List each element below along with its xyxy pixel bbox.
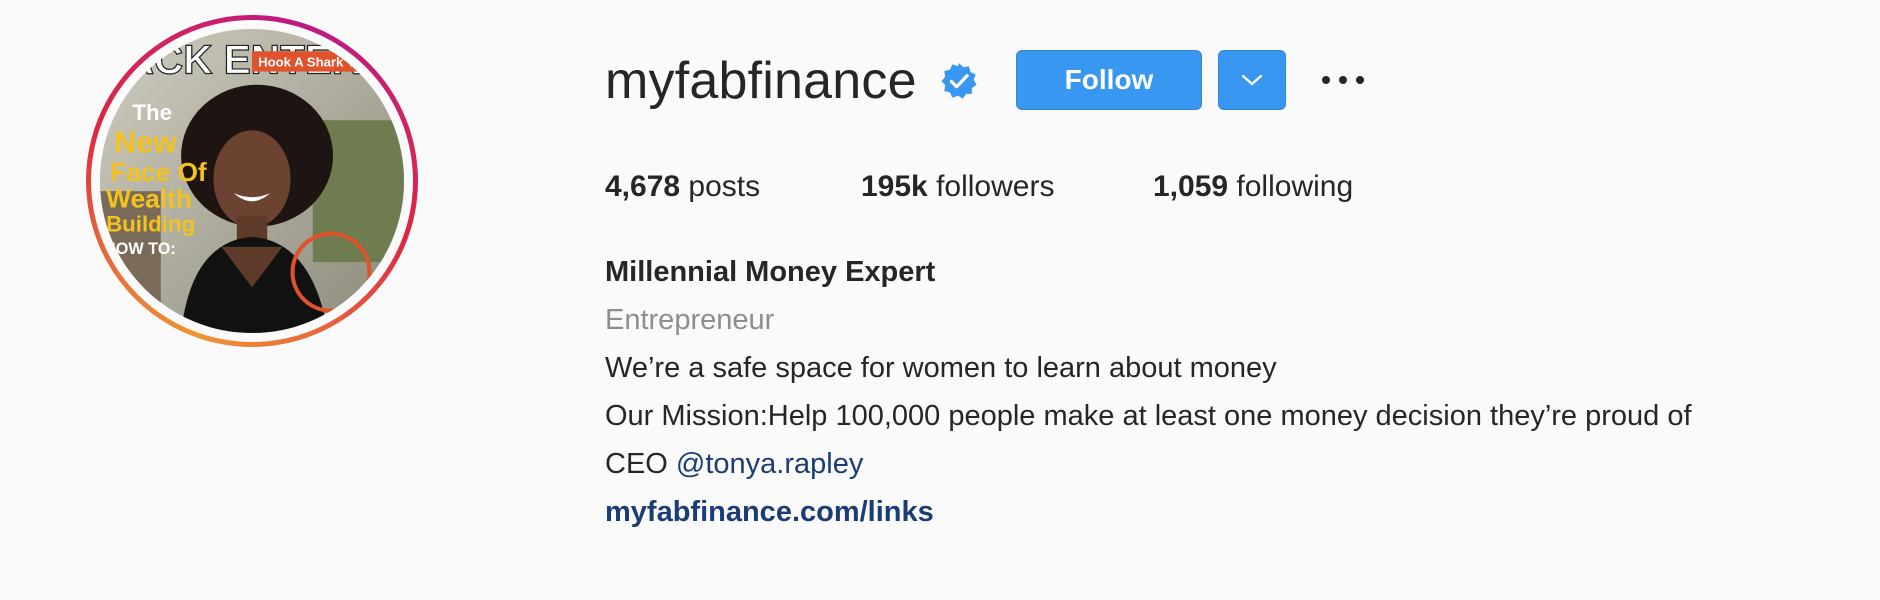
bio-line-2: Our Mission:Help 100,000 people make at … <box>605 400 1692 432</box>
bio-line-3: CEO @tonya.rapley <box>605 440 1692 488</box>
ellipsis-icon <box>1322 76 1364 84</box>
avatar[interactable]: LACK ENTERPRIS Hook A Shark T The New Fa… <box>100 29 404 333</box>
suggested-accounts-button[interactable] <box>1218 50 1286 110</box>
cover-headline-4: Wealth <box>106 183 192 213</box>
following-label: following <box>1228 170 1354 203</box>
avatar-gap: LACK ENTERPRIS Hook A Shark T The New Fa… <box>91 20 413 342</box>
category-label: Entrepreneur <box>605 304 775 336</box>
follow-button[interactable]: Follow <box>1016 50 1202 110</box>
full-name: Millennial Money Expert <box>605 256 936 288</box>
profile-avatar-ring[interactable]: LACK ENTERPRIS Hook A Shark T The New Fa… <box>86 15 418 347</box>
followers-label: followers <box>927 170 1055 203</box>
cover-howto: HOW TO: <box>104 240 176 258</box>
posts-count: 4,678 <box>605 170 681 203</box>
verified-badge-icon <box>941 62 977 99</box>
bio-ceo-prefix: CEO <box>605 448 676 480</box>
avatar-image: LACK ENTERPRIS Hook A Shark T The New Fa… <box>100 29 404 333</box>
following-count: 1,059 <box>1153 170 1229 203</box>
cover-headline-1: The <box>132 100 172 125</box>
profile-bio: Millennial Money Expert Entrepreneur We’… <box>605 248 1692 536</box>
bio-line-1: We’re a safe space for women to learn ab… <box>605 352 1277 384</box>
posts-stat[interactable]: 4,678 posts <box>605 168 760 206</box>
cover-headline-2: New <box>114 126 177 160</box>
cover-headline-5: Building <box>106 212 195 237</box>
following-stat[interactable]: 1,059 following <box>1153 168 1353 206</box>
cover-badge: Hook A Shark T <box>258 54 355 69</box>
website-link[interactable]: myfabfinance.com/links <box>605 488 1692 536</box>
posts-label: posts <box>680 170 761 203</box>
more-options-button[interactable] <box>1318 60 1368 100</box>
followers-count: 195k <box>861 170 928 203</box>
chevron-down-icon <box>1241 74 1263 86</box>
followers-stat[interactable]: 195k followers <box>861 168 1054 206</box>
username: myfabfinance <box>605 52 917 110</box>
mention-link[interactable]: @tonya.rapley <box>676 448 863 480</box>
